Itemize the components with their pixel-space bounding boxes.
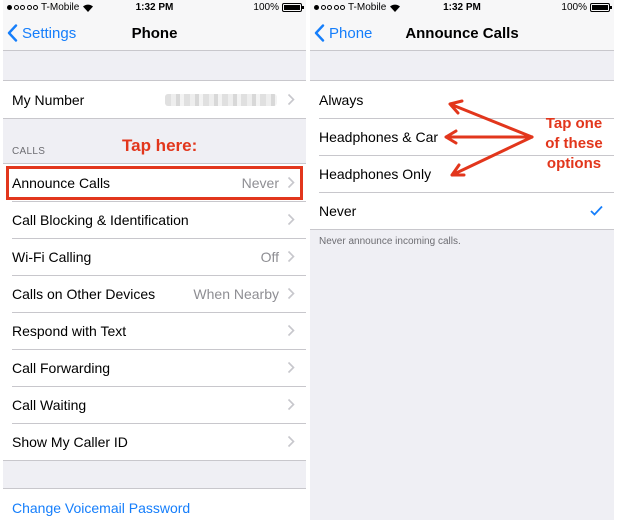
- row-label: Show My Caller ID: [12, 433, 128, 450]
- chevron-right-icon: [287, 287, 295, 300]
- chevron-right-icon: [287, 361, 295, 374]
- tap-here-annotation: Tap here:: [122, 136, 198, 155]
- row-label: Wi-Fi Calling: [12, 248, 92, 265]
- my-number-row[interactable]: My Number: [3, 81, 306, 118]
- voicemail-group: Change Voicemail Password: [3, 488, 306, 520]
- chevron-right-icon: [287, 213, 295, 226]
- chevron-right-icon: [287, 435, 295, 448]
- calls-section-header: CALLS: [12, 146, 46, 157]
- tap-options-annotation: Tap one of these options: [538, 114, 610, 174]
- settings-row-calls-on-other-devices[interactable]: Calls on Other Devices When Nearby: [3, 275, 306, 312]
- settings-row-call-forwarding[interactable]: Call Forwarding: [3, 349, 306, 386]
- announce-calls-screen: T-Mobile 1:32 PM 100% Phone Announce Cal…: [310, 0, 614, 520]
- checkmark-icon: [590, 205, 603, 216]
- row-value: When Nearby: [193, 285, 279, 302]
- page-title: Phone: [131, 25, 178, 42]
- battery-icon: [282, 3, 304, 12]
- battery-icon: [590, 3, 612, 12]
- option-always[interactable]: Always: [310, 81, 614, 118]
- voicemail-link-label: Change Voicemail Password: [12, 499, 191, 516]
- chevron-right-icon: [287, 93, 295, 106]
- battery-percent: 100%: [253, 2, 279, 13]
- blurred-phone-number: [165, 93, 277, 106]
- row-label: Call Forwarding: [12, 359, 111, 376]
- navigation-bar: Phone Announce Calls: [310, 17, 614, 51]
- row-value: Off: [260, 248, 279, 265]
- change-voicemail-password-link[interactable]: Change Voicemail Password: [3, 489, 306, 520]
- row-label: Call Waiting: [12, 396, 87, 413]
- phone-settings-screen: T-Mobile 1:32 PM 100% Settings Phone My …: [3, 0, 306, 520]
- row-label: Calls on Other Devices: [12, 285, 156, 302]
- status-bar: T-Mobile 1:32 PM 100%: [310, 0, 614, 17]
- navigation-bar: Settings Phone: [3, 17, 306, 51]
- option-never[interactable]: Never: [310, 192, 614, 229]
- my-number-label: My Number: [12, 91, 85, 108]
- page-title: Announce Calls: [405, 25, 519, 42]
- chevron-right-icon: [287, 398, 295, 411]
- settings-row-respond-with-text[interactable]: Respond with Text: [3, 312, 306, 349]
- option-label: Always: [319, 91, 364, 108]
- annotation-line: options: [546, 155, 602, 172]
- row-label: Respond with Text: [12, 322, 127, 339]
- my-number-group: My Number: [3, 80, 306, 119]
- row-label: Call Blocking & Identification: [12, 211, 189, 228]
- chevron-left-icon: [314, 24, 325, 42]
- option-label: Never: [319, 202, 357, 219]
- annotation-line: Tap one: [545, 115, 603, 132]
- chevron-right-icon: [287, 324, 295, 337]
- settings-row-show-caller-id[interactable]: Show My Caller ID: [3, 423, 306, 460]
- settings-row-call-waiting[interactable]: Call Waiting: [3, 386, 306, 423]
- chevron-right-icon: [287, 250, 295, 263]
- option-footer-note: Never announce incoming calls.: [319, 236, 461, 247]
- status-bar: T-Mobile 1:32 PM 100%: [3, 0, 306, 17]
- announce-calls-highlight-box: [6, 166, 303, 200]
- annotation-line: of these: [545, 135, 603, 152]
- calls-settings-group: Announce Calls Never Call Blocking & Ide…: [3, 163, 306, 461]
- battery-percent: 100%: [561, 2, 587, 13]
- settings-row-wifi-calling[interactable]: Wi-Fi Calling Off: [3, 238, 306, 275]
- settings-row-call-blocking[interactable]: Call Blocking & Identification: [3, 201, 306, 238]
